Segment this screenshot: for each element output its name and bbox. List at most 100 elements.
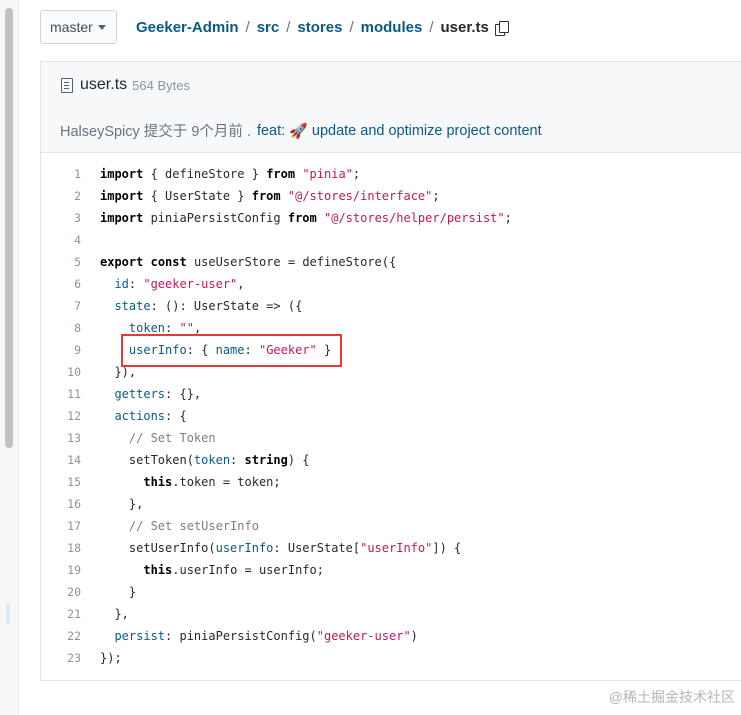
line-number[interactable]: 17 <box>41 515 81 537</box>
line-number[interactable]: 21 <box>41 603 81 625</box>
code-token: ; <box>504 211 512 225</box>
code-token: ; <box>432 189 440 203</box>
file-icon <box>61 77 73 93</box>
code-token: : (): UserState => ({ <box>150 299 303 313</box>
code-token: setToken( <box>100 453 194 467</box>
file-title: user.ts 564 Bytes <box>61 76 190 94</box>
code-text: }); <box>81 647 122 669</box>
code-token: : <box>128 277 144 291</box>
watermark: @稀土掘金技术社区 <box>608 689 735 705</box>
code-line: 15 this.token = token; <box>41 471 741 493</box>
code-area: 1 import { defineStore } from "pinia"; 2 im… <box>41 163 741 669</box>
code-token: , <box>193 321 202 335</box>
code-line: 18 setUserInfo(userInfo: UserState["user… <box>41 537 741 559</box>
breadcrumb-src[interactable]: src <box>257 19 280 36</box>
code-line: 7 state: (): UserState => ({ <box>41 295 741 317</box>
code-token: from <box>266 167 296 181</box>
file-viewer: user.ts 564 Bytes HalseySpicy 提交于 9个月前 .… <box>40 61 741 681</box>
code-token: .userInfo = userInfo; <box>172 563 324 577</box>
line-number[interactable]: 10 <box>41 361 81 383</box>
line-number[interactable]: 22 <box>41 625 81 647</box>
line-number[interactable]: 16 <box>41 493 81 515</box>
code-line: 17 // Set setUserInfo <box>41 515 741 537</box>
code-token: .token = token; <box>172 475 281 489</box>
line-number[interactable]: 14 <box>41 449 81 471</box>
code-text: persist: piniaPersistConfig("geeker-user… <box>81 625 417 647</box>
code-line: 20 } <box>41 581 741 603</box>
code-text: export const useUserStore = defineStore(… <box>81 251 396 273</box>
commit-type[interactable]: feat: <box>257 123 285 139</box>
file-size: 564 Bytes <box>132 77 190 93</box>
code-token: : <box>230 453 245 467</box>
line-number[interactable]: 2 <box>41 185 81 207</box>
code-line: 2 import { UserState } from "@/stores/int… <box>41 185 741 207</box>
code-token: }), <box>100 365 137 379</box>
code-token: userInfo <box>215 541 274 555</box>
line-number[interactable]: 4 <box>41 229 81 251</box>
code-token: this <box>143 563 173 577</box>
line-number[interactable]: 11 <box>41 383 81 405</box>
code-token: useUserStore = defineStore({ <box>186 255 397 269</box>
code-text: setUserInfo(userInfo: UserState["userInf… <box>81 537 461 559</box>
code-token: persist <box>114 629 166 643</box>
code-token: import <box>100 167 144 181</box>
branch-select[interactable]: master <box>40 10 117 44</box>
code-line: 14 setToken(token: string) { <box>41 449 741 471</box>
line-number[interactable]: 23 <box>41 647 81 669</box>
line-number[interactable]: 19 <box>41 559 81 581</box>
code-text: } <box>81 581 136 603</box>
rocket-emoji: 🚀 <box>289 122 308 140</box>
line-number[interactable]: 15 <box>41 471 81 493</box>
breadcrumb-separator: / <box>286 19 291 36</box>
code-token: ; <box>352 167 361 181</box>
code-text: id: "geeker-user", <box>81 273 245 295</box>
code-token: { defineStore } <box>143 167 267 181</box>
code-token: : { <box>165 409 187 423</box>
code-line: 5 export const useUserStore = defineStore… <box>41 251 741 273</box>
line-number[interactable]: 7 <box>41 295 81 317</box>
commit-info: HalseySpicy 提交于 9个月前 . feat: 🚀 update an… <box>60 120 542 141</box>
code-token: // Set setUserInfo <box>128 519 259 533</box>
line-number[interactable]: 18 <box>41 537 81 559</box>
code-token: : UserState[ <box>273 541 361 555</box>
line-number[interactable]: 1 <box>41 163 81 185</box>
code-line: 6 id: "geeker-user", <box>41 273 741 295</box>
code-token: ) { <box>287 453 310 467</box>
line-number[interactable]: 20 <box>41 581 81 603</box>
code-token: , <box>237 277 245 291</box>
code-text: this.userInfo = userInfo; <box>81 559 324 581</box>
breadcrumb-modules[interactable]: modules <box>361 19 423 36</box>
code-line: 1 import { defineStore } from "pinia"; <box>41 163 741 185</box>
code-text: setToken(token: string) { <box>81 449 310 471</box>
code-token: }, <box>100 607 129 621</box>
breadcrumb-repo[interactable]: Geeker-Admin <box>136 19 239 36</box>
code-token: this <box>143 475 173 489</box>
vertical-scrollbar[interactable] <box>0 0 19 715</box>
line-number[interactable]: 3 <box>41 207 81 229</box>
code-text: state: (): UserState => ({ <box>81 295 302 317</box>
code-text: import { defineStore } from "pinia"; <box>81 163 360 185</box>
line-number[interactable]: 12 <box>41 405 81 427</box>
scrollbar-thumb[interactable] <box>5 8 13 448</box>
line-number[interactable]: 13 <box>41 427 81 449</box>
file-header: user.ts 564 Bytes HalseySpicy 提交于 9个月前 .… <box>41 62 741 153</box>
copy-icon[interactable] <box>494 20 509 36</box>
code-line: 21 }, <box>41 603 741 625</box>
code-line: 3 import piniaPersistConfig from "@/store… <box>41 207 741 229</box>
line-number[interactable]: 5 <box>41 251 81 273</box>
code-token: // Set Token <box>128 431 216 445</box>
code-token: getters <box>114 387 166 401</box>
breadcrumb-stores[interactable]: stores <box>297 19 342 36</box>
code-token: : {}, <box>165 387 202 401</box>
line-number[interactable]: 6 <box>41 273 81 295</box>
code-line: 13 // Set Token <box>41 427 741 449</box>
line-number[interactable]: 8 <box>41 317 81 339</box>
line-number[interactable]: 9 <box>41 339 81 361</box>
commit-message[interactable]: update and optimize project content <box>312 123 542 139</box>
code-token: import <box>100 211 144 225</box>
